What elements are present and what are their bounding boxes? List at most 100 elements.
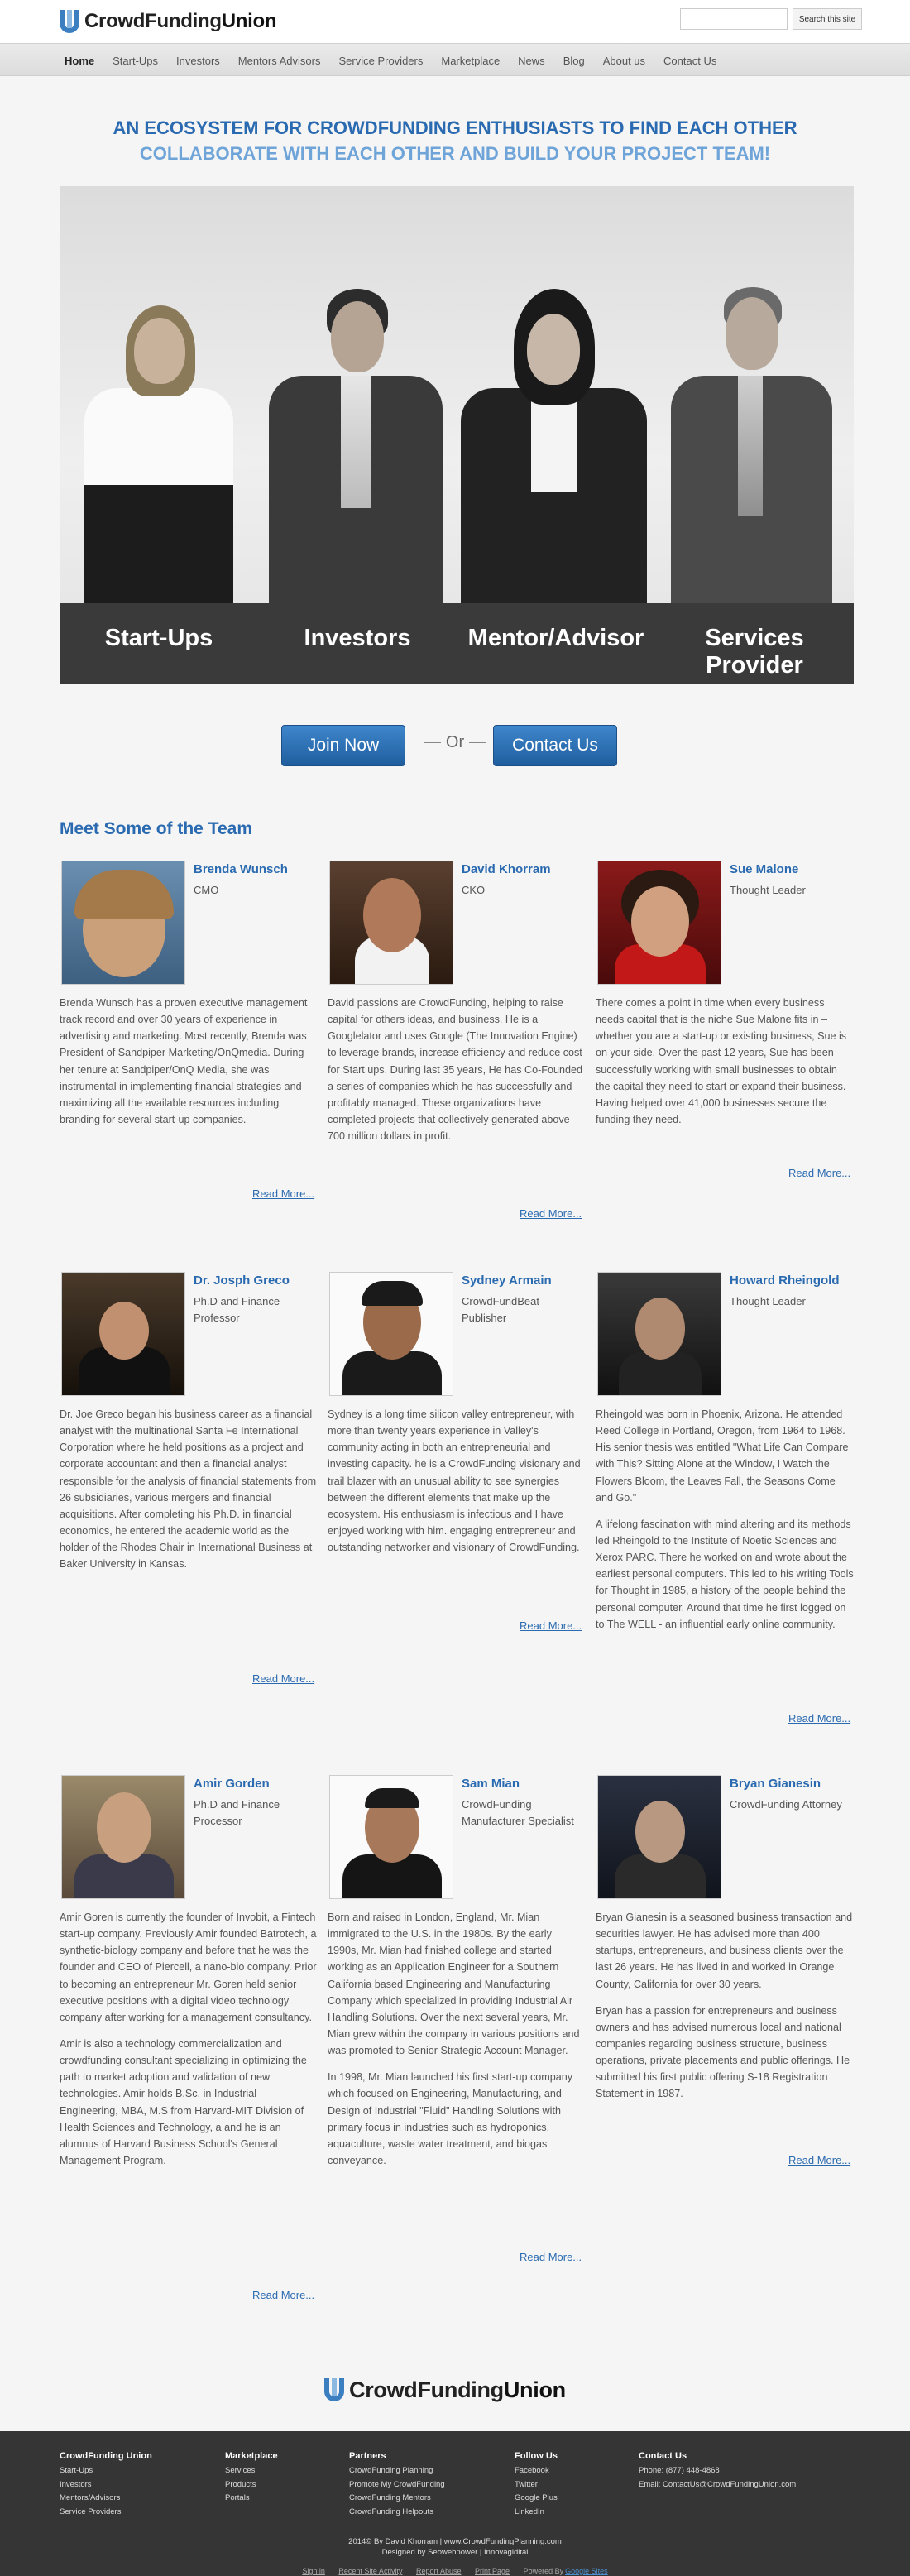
nav-investors[interactable]: Investors [176,55,220,67]
member-name[interactable]: Dr. Josph Greco [194,1274,290,1288]
member-name[interactable]: Sam Mian [462,1777,520,1791]
member-role: CKO [462,884,486,896]
hero-label-services-provider[interactable]: Services Provider [655,625,854,679]
footer-col-title: CrowdFunding Union [60,2451,152,2461]
nav-start-ups[interactable]: Start-Ups [113,55,158,67]
read-more-link[interactable]: Read More... [788,2154,850,2166]
read-more-link[interactable]: Read More... [788,1167,850,1179]
member-name[interactable]: Sydney Armain [462,1274,552,1288]
member-bio: Dr. Joe Greco began his business career … [60,1408,317,1571]
hero-label-startups[interactable]: Start-Ups [60,625,258,652]
member-role: Ph.D and Finance Processor [194,1798,280,1828]
hero-label-band: Start-Ups Investors Mentor/Advisor Servi… [60,603,854,684]
footer-link[interactable]: CrowdFunding Mentors [349,2492,445,2506]
site-header: CrowdFundingUnion Search this site [0,0,910,43]
nav-home[interactable]: Home [65,55,94,67]
twitter-link[interactable]: Twitter [515,2478,558,2492]
footer-col-partners: Partners CrowdFunding Planning Promote M… [349,2451,445,2520]
member-photo [61,1272,185,1396]
recent-activity-link[interactable]: Recent Site Activity [338,2567,402,2575]
member-role: CrowdFunding Manufacturer Specialist [462,1798,574,1828]
member-role: Ph.D and Finance Professor [194,1295,280,1325]
member-photo [597,1775,721,1899]
member-role: Thought Leader [730,1295,806,1307]
contact-us-button[interactable]: Contact Us [493,725,617,766]
footer-logo[interactable]: CrowdFundingUnion [323,2377,566,2403]
member-bio: There comes a point in time when every b… [596,997,847,1125]
footer-link[interactable]: Investors [60,2478,152,2492]
read-more-link[interactable]: Read More... [520,1207,582,1220]
member-name[interactable]: David Khorram [462,862,551,876]
join-now-button[interactable]: Join Now [281,725,405,766]
member-role: CMO [194,884,219,896]
nav-service-providers[interactable]: Service Providers [338,55,423,67]
member-bio: Sydney is a long time silicon valley ent… [328,1408,581,1554]
member-name[interactable]: Sue Malone [730,862,798,876]
nav-blog[interactable]: Blog [563,55,585,67]
site-footer: CrowdFunding Union Start-Ups Investors M… [0,2431,910,2576]
hero-tagline-primary: AN ECOSYSTEM FOR CROWDFUNDING ENTHUSIAST… [113,118,797,138]
member-name[interactable]: Brenda Wunsch [194,862,288,876]
member-photo [597,1272,721,1396]
footer-link[interactable]: Promote My CrowdFunding [349,2478,445,2492]
member-bio: Born and raised in London, England, Mr. … [328,1912,580,2166]
logo-u-icon [58,8,81,35]
member-bio: Rheingold was born in Phoenix, Arizona. … [596,1408,854,1630]
read-more-link[interactable]: Read More... [252,1187,314,1200]
footer-link[interactable]: Mentors/Advisors [60,2492,152,2506]
member-photo [329,1775,453,1899]
footer-logo-prefix: CrowdFunding [349,2377,504,2402]
read-more-link[interactable]: Read More... [252,1672,314,1685]
google-sites-link[interactable]: Google Sites [565,2567,608,2575]
logo-u-icon [323,2377,346,2403]
footer-link[interactable]: CrowdFunding Planning [349,2464,445,2478]
facebook-link[interactable]: Facebook [515,2464,558,2478]
or-separator: Or [418,733,492,752]
nav-contact-us[interactable]: Contact Us [663,55,716,67]
member-name[interactable]: Howard Rheingold [730,1274,840,1288]
member-role: Thought Leader [730,884,806,896]
footer-phone: Phone: (877) 448-4868 [639,2466,720,2475]
footer-col-union: CrowdFunding Union Start-Ups Investors M… [60,2451,152,2520]
read-more-link[interactable]: Read More... [788,1712,850,1725]
member-bio: Bryan Gianesin is a seasoned business tr… [596,1912,853,2100]
footer-col-marketplace: Marketplace Services Products Portals [225,2451,278,2506]
hero-label-mentor-advisor[interactable]: Mentor/Advisor [457,625,655,652]
read-more-link[interactable]: Read More... [520,2251,582,2263]
logo-prefix: CrowdFunding [84,10,222,32]
footer-link[interactable]: Services [225,2464,278,2478]
hero-photo-mentor [461,281,647,603]
team-section-title: Meet Some of the Team [60,819,252,838]
footer-link[interactable]: Service Providers [60,2506,152,2520]
search-input[interactable] [680,8,788,30]
nav-marketplace[interactable]: Marketplace [441,55,500,67]
hero-photo-service-provider [659,272,841,603]
member-photo [61,1775,185,1899]
hero-tagline-secondary: COLLABORATE WITH EACH OTHER AND BUILD YO… [139,143,771,164]
member-name[interactable]: Bryan Gianesin [730,1777,821,1791]
sign-in-link[interactable]: Sign in [302,2567,325,2575]
linkedin-link[interactable]: LinkedIn [515,2506,558,2520]
footer-link[interactable]: Products [225,2478,278,2492]
footer-link[interactable]: Portals [225,2492,278,2506]
nav-news[interactable]: News [518,55,545,67]
nav-about-us[interactable]: About us [603,55,645,67]
footer-link[interactable]: Start-Ups [60,2464,152,2478]
member-photo [61,861,185,985]
hero-label-investors[interactable]: Investors [258,625,457,652]
member-name[interactable]: Amir Gorden [194,1777,270,1791]
google-plus-link[interactable]: Google Plus [515,2492,558,2506]
read-more-link[interactable]: Read More... [252,2289,314,2301]
site-logo[interactable]: CrowdFundingUnion [58,7,276,36]
footer-email[interactable]: Email: ContactUs@CrowdFundingUnion.com [639,2478,796,2492]
footer-link[interactable]: CrowdFunding Helpouts [349,2506,445,2520]
footer-col-title: Follow Us [515,2451,558,2461]
search-button[interactable]: Search this site [793,8,862,30]
print-page-link[interactable]: Print Page [475,2567,510,2575]
report-abuse-link[interactable]: Report Abuse [416,2567,462,2575]
nav-mentors-advisors[interactable]: Mentors Advisors [238,55,321,67]
read-more-link[interactable]: Read More... [520,1619,582,1632]
member-bio: Amir Goren is currently the founder of I… [60,1912,317,2166]
member-photo [329,861,453,985]
footer-col-follow: Follow Us Facebook Twitter Google Plus L… [515,2451,558,2520]
